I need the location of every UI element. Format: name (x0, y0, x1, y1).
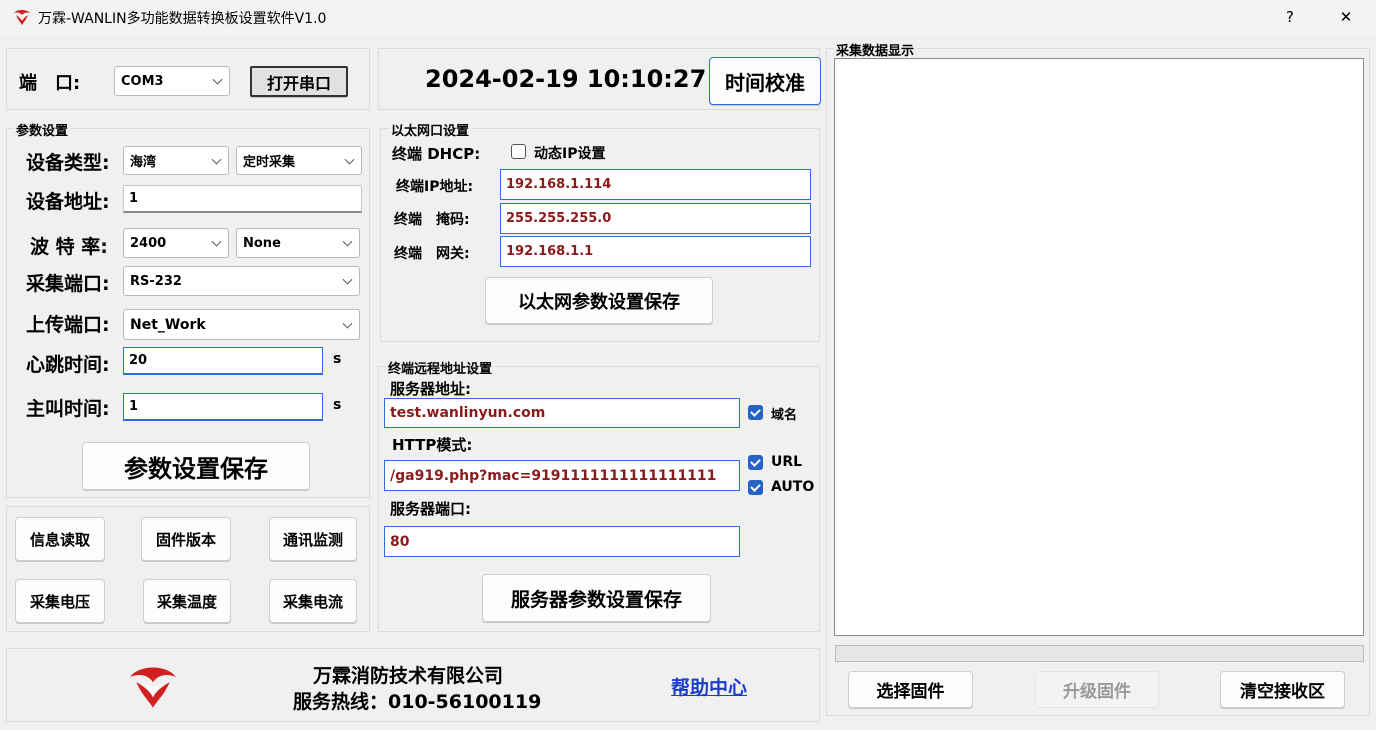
open-port-button[interactable]: 打开串口 (250, 66, 348, 97)
url-checkbox[interactable] (748, 455, 763, 470)
collect-mode-select[interactable]: 定时采集 (236, 146, 362, 175)
collect-current-button[interactable]: 采集电流 (269, 579, 357, 623)
current-datetime: 2024-02-19 10:10:27 (425, 65, 707, 93)
domain-checkbox[interactable] (748, 405, 763, 420)
collect-mode-value: 定时采集 (243, 155, 296, 170)
service-hotline: 服务热线：010-56100119 (293, 691, 542, 713)
ip-input[interactable]: 192.168.1.114 (500, 169, 811, 200)
upload-port-select[interactable]: Net_Work (123, 309, 360, 340)
auto-checkbox[interactable] (748, 480, 763, 495)
chevron-down-icon (342, 318, 353, 329)
baud-value: 2400 (130, 235, 167, 251)
upgrade-progress-bar (835, 645, 1364, 662)
clock-panel: 2024-02-19 10:10:27 时间校准 (378, 48, 821, 110)
domain-checkbox-label: 域名 (771, 408, 798, 423)
mask-label: 终端 掩码: (394, 212, 470, 228)
chevron-down-icon (342, 236, 353, 247)
chevron-down-icon (344, 154, 355, 165)
chevron-down-icon (212, 74, 223, 85)
call-time-input[interactable]: 1 (123, 393, 323, 421)
close-button[interactable]: ✕ (1326, 4, 1366, 30)
company-logo-icon (127, 663, 179, 709)
title-bar: 万霖-WANLIN多功能数据转换板设置软件V1.0 ? ✕ (0, 0, 1376, 34)
footer-panel: 万霖消防技术有限公司 服务热线：010-56100119 帮助中心 (6, 648, 820, 722)
http-mode-input[interactable]: /ga919.php?mac=9191111111111111111 (384, 460, 740, 491)
comm-monitor-button[interactable]: 通讯监测 (269, 517, 357, 561)
remote-group-title: 终端远程地址设置 (386, 358, 495, 377)
display-group-title: 采集数据显示 (834, 40, 917, 59)
chevron-down-icon (211, 154, 222, 165)
dhcp-checkbox[interactable] (511, 144, 526, 159)
collect-voltage-button[interactable]: 采集电压 (15, 579, 105, 623)
heartbeat-input[interactable]: 20 (123, 347, 323, 375)
port-value: COM3 (121, 73, 164, 89)
clear-receive-button[interactable]: 清空接收区 (1220, 671, 1345, 708)
gateway-input[interactable]: 192.168.1.1 (500, 236, 811, 267)
collect-port-label: 采集端口: (26, 273, 110, 295)
server-addr-input[interactable]: test.wanlinyun.com (384, 398, 740, 428)
baud-label: 波 特 率: (30, 236, 108, 258)
gateway-label: 终端 网关: (394, 246, 470, 262)
param-settings-title: 参数设置 (14, 120, 71, 139)
parity-value: None (243, 235, 281, 251)
upload-port-label: 上传端口: (26, 314, 110, 336)
port-panel: 端 口: COM3 打开串口 (6, 48, 370, 110)
baud-select[interactable]: 2400 (123, 228, 229, 258)
help-button[interactable]: ? (1270, 4, 1310, 30)
heartbeat-label: 心跳时间: (26, 354, 110, 376)
dhcp-label: 终端 DHCP: (392, 145, 481, 163)
collect-port-value: RS-232 (130, 273, 182, 289)
collect-port-select[interactable]: RS-232 (123, 266, 360, 296)
device-addr-input[interactable]: 1 (123, 185, 362, 213)
call-time-unit: s (333, 397, 342, 413)
call-time-label: 主叫时间: (26, 398, 110, 420)
select-firmware-button[interactable]: 选择固件 (848, 671, 973, 708)
auto-checkbox-label: AUTO (771, 479, 815, 495)
server-save-button[interactable]: 服务器参数设置保存 (482, 574, 711, 622)
read-info-button[interactable]: 信息读取 (15, 517, 105, 561)
collect-temp-button[interactable]: 采集温度 (143, 579, 231, 623)
upgrade-firmware-button[interactable]: 升级固件 (1035, 671, 1159, 708)
http-mode-label: HTTP模式: (392, 436, 473, 454)
upload-port-value: Net_Work (130, 316, 206, 333)
device-addr-label: 设备地址: (26, 191, 110, 213)
window-title: 万霖-WANLIN多功能数据转换板设置软件V1.0 (38, 11, 327, 27)
chevron-down-icon (342, 274, 353, 285)
company-name: 万霖消防技术有限公司 (313, 665, 504, 687)
app-logo-icon (12, 8, 32, 26)
ip-label: 终端IP地址: (396, 179, 474, 195)
help-center-link[interactable]: 帮助中心 (671, 673, 747, 700)
time-calibrate-button[interactable]: 时间校准 (709, 57, 821, 105)
server-addr-label: 服务器地址: (390, 380, 471, 398)
url-checkbox-label: URL (771, 454, 803, 470)
parity-select[interactable]: None (236, 228, 360, 258)
port-select[interactable]: COM3 (114, 66, 230, 96)
heartbeat-unit: s (333, 351, 342, 367)
device-type-select[interactable]: 海湾 (123, 146, 229, 175)
ethernet-save-button[interactable]: 以太网参数设置保存 (485, 277, 713, 324)
port-label: 端 口: (19, 73, 81, 94)
param-save-button[interactable]: 参数设置保存 (82, 442, 310, 490)
server-port-label: 服务器端口: (390, 500, 471, 518)
ethernet-group-title: 以太网口设置 (389, 120, 472, 139)
tools-panel: 信息读取 固件版本 通讯监测 采集电压 采集温度 采集电流 (6, 506, 370, 632)
dhcp-checkbox-label: 动态IP设置 (534, 146, 606, 162)
device-type-value: 海湾 (130, 155, 157, 170)
chevron-down-icon (211, 236, 222, 247)
mask-input[interactable]: 255.255.255.0 (500, 203, 811, 234)
receive-textarea[interactable] (834, 58, 1364, 636)
firmware-version-button[interactable]: 固件版本 (141, 517, 231, 561)
device-type-label: 设备类型: (26, 152, 110, 174)
server-port-input[interactable]: 80 (384, 526, 740, 557)
